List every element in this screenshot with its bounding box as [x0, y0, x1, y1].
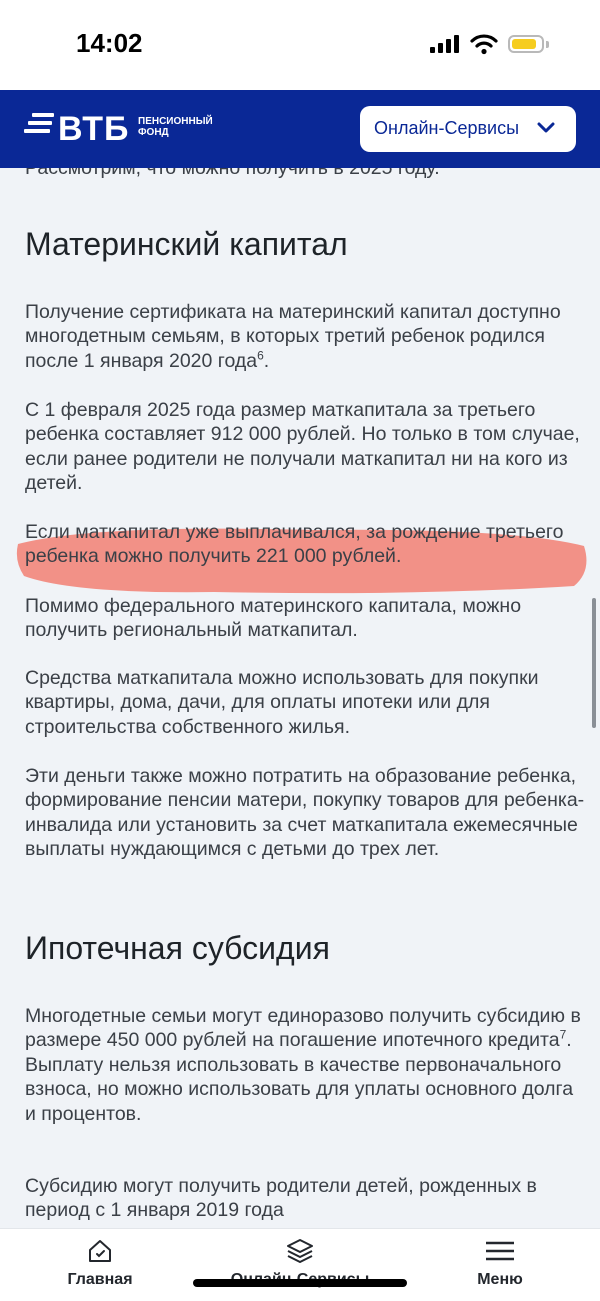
scrollbar[interactable] — [592, 598, 596, 728]
tab-menu[interactable]: Меню — [400, 1229, 600, 1301]
paragraph-4: Помимо федерального материнского капитал… — [25, 595, 522, 642]
paragraph-2: С 1 февраля 2025 года размер маткапитала… — [25, 399, 580, 495]
logo-subtitle: ПЕНСИОННЫЙ ФОНД — [138, 116, 213, 138]
footnote-6-link[interactable]: 6 — [257, 348, 264, 362]
paragraph-5: Средства маткапитала можно использовать … — [25, 667, 539, 738]
tab-home[interactable]: Главная — [0, 1229, 200, 1301]
paragraph-3-highlighted: Если маткапитал уже выплачивался, за рож… — [25, 521, 564, 568]
paragraph-8: Субсидию могут получить родители детей, … — [25, 1175, 537, 1222]
chevron-down-icon — [537, 122, 555, 133]
home-icon — [89, 1240, 111, 1262]
wifi-icon — [470, 34, 498, 55]
home-indicator[interactable] — [193, 1279, 407, 1287]
paragraph-7: Многодетные семьи могут единоразово полу… — [25, 1005, 581, 1125]
logo-name: ВТБ — [58, 110, 130, 148]
tab-menu-label: Меню — [477, 1271, 523, 1288]
logo-lines-icon — [24, 113, 54, 135]
tab-home-label: Главная — [67, 1271, 133, 1288]
bottom-tab-bar: Главная Онлайн-Сервисы Меню — [0, 1228, 600, 1301]
menu-icon — [486, 1241, 514, 1261]
status-time: 14:02 — [76, 28, 143, 58]
tab-online-services[interactable]: Онлайн-Сервисы — [200, 1229, 400, 1301]
paragraph-1: Получение сертификата на материнский кап… — [25, 301, 561, 372]
site-header: ВТБ ПЕНСИОННЫЙ ФОНД Онлайн-Сервисы — [0, 90, 600, 168]
signal-icon — [430, 33, 460, 53]
status-bar: 14:02 — [0, 0, 600, 90]
article-content: Рассмотрим, что можно получить в 2025 го… — [0, 168, 600, 1228]
status-icons — [430, 33, 560, 59]
paragraph-6: Эти деньги также можно потратить на обра… — [25, 765, 585, 861]
online-services-label: Онлайн-Сервисы — [374, 118, 520, 138]
article-text-partial: Рассмотрим, что можно получить в 2025 го… — [25, 168, 440, 179]
layers-icon — [287, 1239, 313, 1263]
battery-icon — [508, 35, 544, 53]
vtb-logo[interactable]: ВТБ ПЕНСИОННЫЙ ФОНД — [24, 110, 224, 150]
online-services-button[interactable]: Онлайн-Сервисы — [360, 106, 576, 152]
section-title-maternity-capital: Материнский капитал — [25, 226, 348, 262]
section-title-mortgage-subsidy: Ипотечная субсидия — [25, 930, 330, 966]
